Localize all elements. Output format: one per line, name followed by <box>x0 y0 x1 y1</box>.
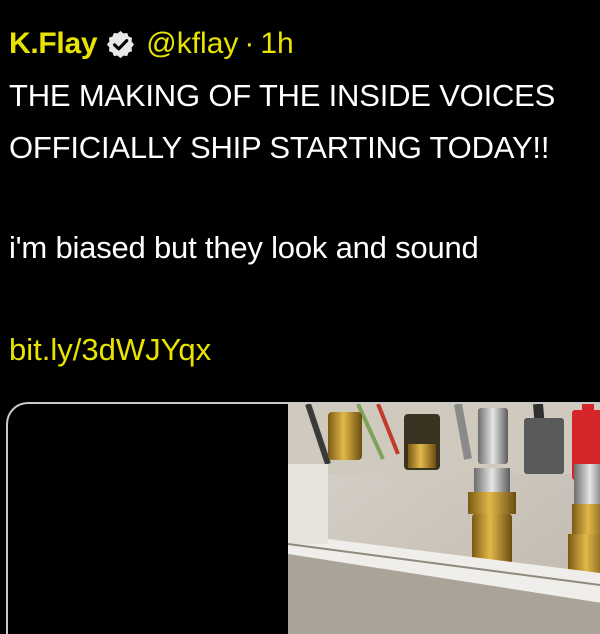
tweet-text-line: THE MAKING OF THE INSIDE VOICES <box>9 78 556 113</box>
author-handle[interactable]: @kflay <box>146 27 238 61</box>
tweet-link[interactable]: bit.ly/3dWJYqx <box>9 332 211 368</box>
verified-badge-icon <box>105 29 136 60</box>
tweet-text-line: i'm biased but they look and sound <box>9 230 479 265</box>
tweet-header: K.Flay @kflay · 1h <box>9 24 294 64</box>
media-preview[interactable] <box>6 402 600 634</box>
tweet[interactable]: K.Flay @kflay · 1h THE MAKING OF THE INS… <box>0 0 600 634</box>
tweet-text-line: OFFICIALLY SHIP STARTING TODAY!! <box>9 130 550 165</box>
video-thumbnail-image <box>288 404 600 634</box>
tweet-timestamp[interactable]: 1h <box>260 27 293 61</box>
header-separator: · <box>244 27 255 60</box>
author-name[interactable]: K.Flay <box>9 27 98 61</box>
